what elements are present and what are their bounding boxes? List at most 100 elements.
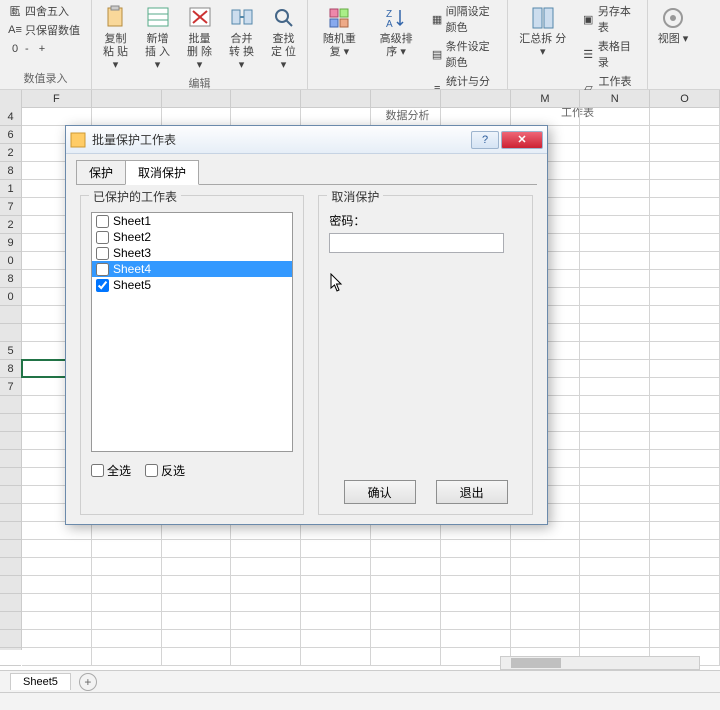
- cell[interactable]: [580, 306, 650, 323]
- cell[interactable]: [231, 630, 301, 647]
- cell[interactable]: [92, 558, 162, 575]
- cell[interactable]: [580, 468, 650, 485]
- cell[interactable]: [371, 648, 441, 665]
- cell[interactable]: [580, 162, 650, 179]
- cell[interactable]: [650, 612, 720, 629]
- round-button[interactable]: 匭四舍五入: [4, 2, 87, 20]
- row-header[interactable]: [0, 558, 21, 576]
- cell[interactable]: [650, 108, 720, 125]
- cell[interactable]: [650, 324, 720, 341]
- row-header[interactable]: [0, 576, 21, 594]
- cell[interactable]: [22, 630, 92, 647]
- row-header[interactable]: [0, 504, 21, 522]
- row-header[interactable]: [0, 396, 21, 414]
- cell[interactable]: [650, 486, 720, 503]
- column-header[interactable]: [371, 90, 441, 107]
- column-header[interactable]: F: [22, 90, 92, 107]
- sheet-list-item[interactable]: Sheet3: [92, 245, 292, 261]
- cell[interactable]: [301, 648, 371, 665]
- cell[interactable]: [162, 612, 232, 629]
- keep-values-button[interactable]: A≡只保留数值: [4, 21, 87, 39]
- row-header[interactable]: [0, 468, 21, 486]
- cell[interactable]: [162, 558, 232, 575]
- cell[interactable]: [580, 378, 650, 395]
- save-sheet-button[interactable]: ▣另存本表: [578, 2, 643, 36]
- cell[interactable]: [650, 162, 720, 179]
- cell[interactable]: [650, 504, 720, 521]
- cell[interactable]: [650, 126, 720, 143]
- cell[interactable]: [650, 216, 720, 233]
- cell[interactable]: [650, 540, 720, 557]
- cell[interactable]: [580, 522, 650, 539]
- sheet-list-item[interactable]: Sheet4: [92, 261, 292, 277]
- dialog-titlebar[interactable]: 批量保护工作表 ? ✕: [66, 126, 547, 154]
- cell[interactable]: [301, 108, 371, 125]
- cell[interactable]: [92, 648, 162, 665]
- cell[interactable]: [650, 360, 720, 377]
- cell[interactable]: [580, 540, 650, 557]
- add-sheet-button[interactable]: +: [79, 673, 97, 691]
- cell[interactable]: [580, 486, 650, 503]
- cell[interactable]: [301, 558, 371, 575]
- row-header[interactable]: 8: [0, 360, 21, 378]
- cell[interactable]: [371, 558, 441, 575]
- cell[interactable]: [580, 630, 650, 647]
- cell[interactable]: [580, 576, 650, 593]
- exit-button[interactable]: 退出: [436, 480, 508, 504]
- cell[interactable]: [231, 648, 301, 665]
- cell[interactable]: [231, 540, 301, 557]
- sheet-list-item[interactable]: Sheet1: [92, 213, 292, 229]
- row-header[interactable]: 9: [0, 234, 21, 252]
- cell[interactable]: [441, 612, 511, 629]
- row-header[interactable]: 2: [0, 216, 21, 234]
- cell[interactable]: [371, 540, 441, 557]
- decimal-buttons[interactable]: 0- +: [4, 40, 87, 58]
- cell[interactable]: [22, 612, 92, 629]
- select-all-checkbox[interactable]: 全选: [91, 462, 131, 479]
- sheet-checkbox[interactable]: [96, 215, 109, 228]
- row-header[interactable]: 2: [0, 144, 21, 162]
- row-header[interactable]: 7: [0, 378, 21, 396]
- row-header[interactable]: [0, 306, 21, 324]
- cell[interactable]: [162, 648, 232, 665]
- cell[interactable]: [650, 522, 720, 539]
- cell[interactable]: [650, 234, 720, 251]
- cell[interactable]: [301, 576, 371, 593]
- cell[interactable]: [580, 288, 650, 305]
- cell[interactable]: [580, 270, 650, 287]
- column-header[interactable]: [441, 90, 511, 107]
- cell[interactable]: [22, 648, 92, 665]
- cell[interactable]: [162, 594, 232, 611]
- cell[interactable]: [162, 576, 232, 593]
- row-header[interactable]: 4: [0, 108, 21, 126]
- column-header[interactable]: O: [650, 90, 720, 107]
- sheet-checkbox[interactable]: [96, 247, 109, 260]
- cell[interactable]: [580, 144, 650, 161]
- cell[interactable]: [92, 612, 162, 629]
- batch-delete-button[interactable]: 批量删 除 ▾: [180, 2, 220, 74]
- cell[interactable]: [441, 630, 511, 647]
- row-header[interactable]: [0, 522, 21, 540]
- row-header[interactable]: [0, 414, 21, 432]
- cell[interactable]: [511, 630, 581, 647]
- cell[interactable]: [22, 558, 92, 575]
- cell[interactable]: [650, 396, 720, 413]
- cell[interactable]: [371, 612, 441, 629]
- cell[interactable]: [301, 630, 371, 647]
- cell[interactable]: [650, 252, 720, 269]
- row-header[interactable]: [0, 432, 21, 450]
- invert-checkbox[interactable]: 反选: [145, 462, 185, 479]
- cond-color-button[interactable]: ▤条件设定颜色: [427, 37, 503, 71]
- cell[interactable]: [92, 630, 162, 647]
- cell[interactable]: [580, 432, 650, 449]
- column-header[interactable]: [301, 90, 371, 107]
- split-merge-button[interactable]: 汇总拆 分 ▾: [512, 2, 574, 61]
- sheet-checkbox[interactable]: [96, 279, 109, 292]
- cell[interactable]: [580, 234, 650, 251]
- cell[interactable]: [580, 594, 650, 611]
- close-button[interactable]: ✕: [501, 131, 543, 149]
- cell[interactable]: [650, 180, 720, 197]
- cell[interactable]: [511, 540, 581, 557]
- cell[interactable]: [92, 594, 162, 611]
- cell[interactable]: [511, 558, 581, 575]
